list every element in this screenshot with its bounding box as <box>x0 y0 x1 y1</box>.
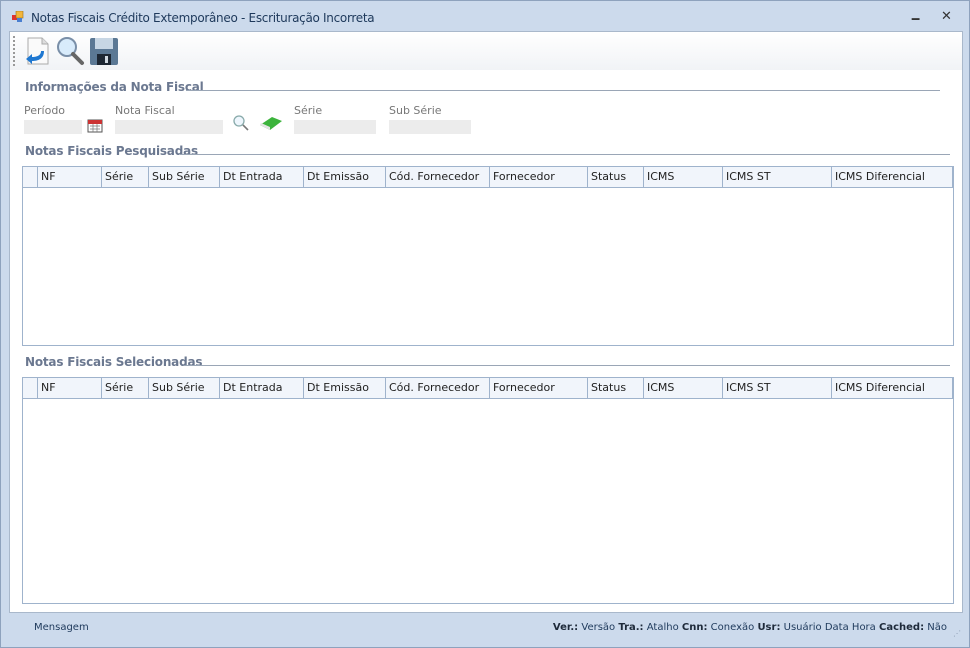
column-header[interactable]: Dt Entrada <box>220 378 304 398</box>
row-header-cell <box>23 167 38 187</box>
column-header[interactable]: NF <box>38 167 102 187</box>
column-header[interactable]: Dt Emissão <box>304 378 386 398</box>
window: Notas Fiscais Crédito Extemporâneo - Esc… <box>0 0 970 648</box>
document-arrow-icon[interactable] <box>22 35 54 67</box>
close-button[interactable]: ✕ <box>941 9 952 24</box>
divider <box>180 154 950 155</box>
column-header[interactable]: ICMS ST <box>723 167 832 187</box>
cached-label: Cached: <box>879 622 925 633</box>
resize-grip-icon[interactable]: ⋰ <box>953 629 961 638</box>
column-header[interactable]: ICMS Diferencial <box>832 167 953 187</box>
client-area: Informações da Nota Fiscal Período Nota … <box>9 31 963 613</box>
label-nota-fiscal: Nota Fiscal <box>115 104 175 117</box>
grid-header: NF Série Sub Série Dt Entrada Dt Emissão Cód.… <box>23 378 953 399</box>
title-bar: Notas Fiscais Crédito Extemporâneo - Esc… <box>1 1 969 31</box>
serie-input[interactable] <box>294 120 376 134</box>
column-header[interactable]: NF <box>38 378 102 398</box>
grid-header: NF Série Sub Série Dt Entrada Dt Emissão Cód.… <box>23 167 953 188</box>
column-header[interactable]: Cód. Fornecedor <box>386 167 490 187</box>
window-title: Notas Fiscais Crédito Extemporâneo - Esc… <box>31 11 375 25</box>
column-header[interactable]: Série <box>102 378 149 398</box>
time-value: Hora <box>851 622 876 633</box>
tra-label: Tra.: <box>618 622 644 633</box>
row-header-cell <box>23 378 38 398</box>
minimize-button[interactable]: 🗕 <box>911 9 920 31</box>
periodo-input[interactable] <box>24 120 82 134</box>
grid-selecionadas[interactable]: NF Série Sub Série Dt Entrada Dt Emissão Cód.… <box>22 377 954 604</box>
column-header[interactable]: Status <box>588 378 644 398</box>
magnifier-icon[interactable] <box>54 35 86 67</box>
divider <box>186 90 940 91</box>
nota-fiscal-input[interactable] <box>115 120 223 134</box>
tra-value: Atalho <box>646 622 679 633</box>
column-header[interactable]: Série <box>102 167 149 187</box>
label-sub-serie: Sub Série <box>389 104 442 117</box>
column-header[interactable]: Fornecedor <box>490 167 588 187</box>
section-title-pesquisadas: Notas Fiscais Pesquisadas <box>25 144 198 158</box>
date-value: Data <box>824 622 849 633</box>
app-icon <box>12 11 24 22</box>
column-header[interactable]: Status <box>588 167 644 187</box>
ver-value: Versão <box>581 622 616 633</box>
toolbar-grip[interactable] <box>13 36 15 66</box>
search-nota-icon[interactable] <box>232 114 250 132</box>
column-header[interactable]: Fornecedor <box>490 378 588 398</box>
column-header[interactable]: ICMS Diferencial <box>832 378 953 398</box>
section-title-selecionadas: Notas Fiscais Selecionadas <box>25 355 203 369</box>
column-header[interactable]: Cód. Fornecedor <box>386 378 490 398</box>
column-header[interactable]: ICMS ST <box>723 378 832 398</box>
column-header[interactable]: Sub Série <box>149 167 220 187</box>
floppy-icon[interactable] <box>88 35 120 67</box>
ver-label: Ver.: <box>552 622 579 633</box>
column-header[interactable]: Dt Entrada <box>220 167 304 187</box>
status-info: Ver.: Versão Tra.: Atalho Cnn: Conexão U… <box>553 622 947 633</box>
column-header[interactable]: Dt Emissão <box>304 167 386 187</box>
calendar-icon[interactable] <box>87 117 103 133</box>
cnn-label: Cnn: <box>681 622 708 633</box>
label-serie: Série <box>294 104 323 117</box>
toolbar <box>10 32 962 70</box>
divider <box>184 365 950 366</box>
label-periodo: Período <box>24 104 66 117</box>
status-message: Mensagem <box>34 622 89 633</box>
column-header[interactable]: ICMS <box>644 167 723 187</box>
section-title-informacoes: Informações da Nota Fiscal <box>25 80 204 94</box>
eraser-icon[interactable] <box>258 114 284 132</box>
usr-label: Usr: <box>757 622 781 633</box>
status-bar: Mensagem Ver.: Versão Tra.: Atalho Cnn: … <box>9 613 963 641</box>
usr-value: Usuário <box>783 622 822 633</box>
column-header[interactable]: Sub Série <box>149 378 220 398</box>
cached-value: Não <box>927 622 947 633</box>
grid-pesquisadas[interactable]: NF Série Sub Série Dt Entrada Dt Emissão Cód.… <box>22 166 954 346</box>
column-header[interactable]: ICMS <box>644 378 723 398</box>
sub-serie-input[interactable] <box>389 120 471 134</box>
cnn-value: Conexão <box>710 622 755 633</box>
